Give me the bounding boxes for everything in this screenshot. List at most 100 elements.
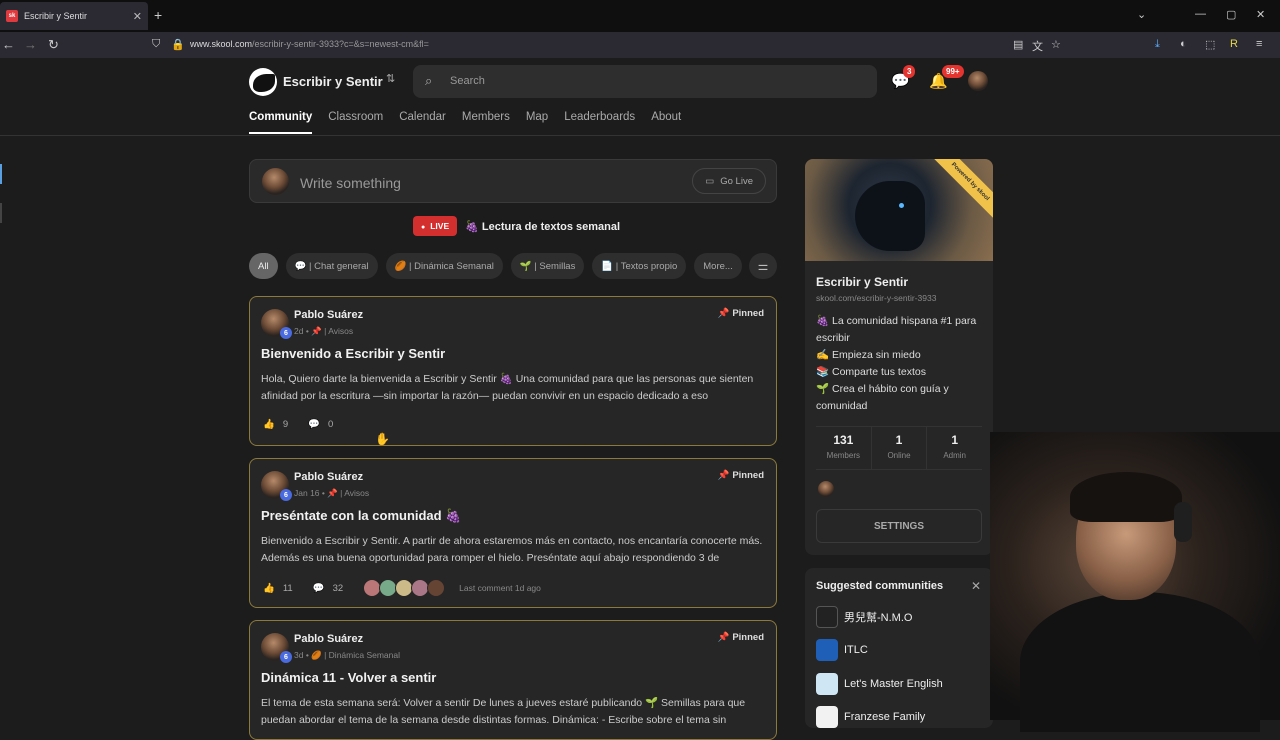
back-icon[interactable]: ←: [2, 37, 15, 52]
search-placeholder: Search: [450, 75, 485, 87]
suggested-item[interactable]: ITLC: [816, 639, 868, 661]
suggested-item[interactable]: Franzese Family: [816, 706, 925, 728]
tab-about[interactable]: About: [651, 111, 681, 134]
window-close-icon[interactable]: ✕: [1256, 8, 1265, 21]
tab-close-icon[interactable]: ✕: [133, 10, 142, 23]
new-tab-icon[interactable]: +: [154, 7, 162, 23]
settings-button[interactable]: SETTINGS: [816, 509, 982, 543]
tab-members[interactable]: Members: [462, 111, 510, 134]
video-camera-icon: ▭: [705, 175, 715, 187]
raven-illustration: [855, 181, 925, 251]
post-author[interactable]: Pablo Suárez: [294, 471, 363, 483]
compose-placeholder: Write something: [300, 175, 401, 191]
download-icon[interactable]: ⤓: [1155, 38, 1160, 51]
headphones: [1174, 502, 1192, 542]
commenter-avatars[interactable]: [363, 579, 446, 597]
tab-classroom[interactable]: Classroom: [328, 111, 383, 134]
live-title: 🍇 Lectura de textos semanal: [465, 220, 621, 233]
raven-eye: [899, 203, 904, 208]
post-title[interactable]: Preséntate con la comunidad 🍇: [261, 508, 461, 524]
community-description: 🍇 La comunidad hispana #1 para escribir …: [816, 315, 977, 412]
compose-box[interactable]: Write something ▭ Go Live: [249, 159, 777, 203]
suggested-communities: Suggested communities ✕ 男兒幫-N.M.O ITLC L…: [805, 568, 993, 728]
community-icon: [816, 639, 838, 661]
like-icon[interactable]: 👍: [263, 583, 275, 594]
post-author[interactable]: Pablo Suárez: [294, 309, 363, 321]
reader-icon[interactable]: ▤: [1013, 38, 1023, 51]
chip-all[interactable]: All: [249, 253, 278, 279]
presenter-body: [1020, 592, 1260, 732]
filter-sliders-icon[interactable]: ⚌: [749, 253, 777, 279]
chip-more[interactable]: More...: [694, 253, 742, 279]
like-count: 9: [282, 419, 289, 430]
reload-icon[interactable]: ↻: [48, 37, 59, 53]
switch-group-icon[interactable]: ⇅: [386, 72, 395, 85]
post-card[interactable]: 6 Pablo Suárez Jan 16 • 📌 | Avisos 📌 Pin…: [249, 458, 777, 608]
tab-list-icon[interactable]: ⌄: [1137, 8, 1146, 21]
online-member-avatar[interactable]: [818, 481, 834, 497]
post-body: El tema de esta semana será: Volver a se…: [261, 697, 746, 726]
suggested-title: Suggested communities: [816, 580, 944, 592]
tab-calendar[interactable]: Calendar: [399, 111, 446, 134]
comment-icon[interactable]: 💬: [313, 583, 325, 594]
translate-icon[interactable]: 文: [1032, 38, 1043, 54]
post-body: Bienvenido a Escribir y Sentir. A partir…: [261, 535, 763, 564]
community-stats: 131 Members 1 Online 1 Admin: [816, 426, 982, 470]
presenter-hair: [1070, 472, 1182, 522]
side-indicator: [0, 164, 2, 184]
group-name[interactable]: Escribir y Sentir: [283, 74, 383, 89]
extension-r-icon[interactable]: R: [1230, 38, 1238, 50]
menu-icon[interactable]: ≡: [1256, 38, 1262, 50]
community-name: Escribir y Sentir: [816, 275, 909, 289]
post-title[interactable]: Bienvenido a Escribir y Sentir: [261, 346, 445, 361]
post-author[interactable]: Pablo Suárez: [294, 633, 363, 645]
tab-community[interactable]: Community: [249, 111, 313, 134]
like-icon[interactable]: 👍: [263, 419, 275, 430]
stat-members[interactable]: 131 Members: [816, 427, 872, 469]
close-icon[interactable]: ✕: [971, 579, 981, 593]
pinned-label: 📌 Pinned: [717, 470, 764, 481]
live-banner[interactable]: LIVE 🍇 Lectura de textos semanal: [413, 216, 620, 236]
community-icon: [816, 606, 838, 628]
go-live-button[interactable]: ▭ Go Live: [692, 168, 766, 194]
stat-admin[interactable]: 1 Admin: [927, 427, 982, 469]
chip-semillas[interactable]: 🌱 | Semillas: [510, 253, 585, 279]
extensions-icon[interactable]: ⬚: [1205, 38, 1215, 51]
post-card[interactable]: 6 Pablo Suárez 3d • 🏉 | Dinámica Semanal…: [249, 620, 777, 740]
community-icon: [816, 706, 838, 728]
minimize-icon[interactable]: —: [1195, 8, 1206, 20]
stat-online[interactable]: 1 Online: [872, 427, 928, 469]
post-title[interactable]: Dinámica 11 - Volver a sentir: [261, 670, 436, 685]
browser-tab[interactable]: sk Escribir y Sentir ✕: [0, 2, 148, 30]
chip-dinamica-semanal[interactable]: 🏉 | Dinámica Semanal: [385, 253, 503, 279]
tab-map[interactable]: Map: [526, 111, 548, 134]
shield-icon[interactable]: ⛉: [152, 38, 160, 51]
suggested-item[interactable]: 男兒幫-N.M.O: [816, 606, 912, 628]
comment-count: 32: [332, 582, 344, 594]
post-meta: Jan 16 • 📌 | Avisos: [294, 488, 370, 498]
suggested-item[interactable]: Let's Master English: [816, 673, 943, 695]
post-body: Hola, Quiero darte la bienvenida a Escri…: [261, 373, 754, 402]
post-card[interactable]: 6 Pablo Suárez 2d • 📌 | Avisos 📌 Pinned …: [249, 296, 777, 446]
community-icon: [816, 673, 838, 695]
composer-avatar: [262, 168, 289, 195]
community-url[interactable]: skool.com/escribir-y-sentir-3933: [816, 293, 936, 303]
bookmark-star-icon[interactable]: ☆: [1051, 38, 1061, 51]
forward-icon[interactable]: →: [24, 37, 37, 52]
chip-chat-general[interactable]: 💬 | Chat general: [285, 253, 378, 279]
chip-textos-propios[interactable]: 📄 | Textos propio: [592, 253, 687, 279]
search-input[interactable]: ⌕ Search: [413, 65, 877, 98]
account-icon[interactable]: ◐: [1180, 38, 1187, 50]
side-indicator: [0, 203, 2, 223]
tab-leaderboards[interactable]: Leaderboards: [564, 111, 635, 134]
search-icon: ⌕: [425, 73, 433, 88]
maximize-icon[interactable]: ▢: [1226, 8, 1236, 21]
pinned-label: 📌 Pinned: [717, 632, 764, 643]
user-avatar[interactable]: [968, 71, 988, 91]
pin-icon: 📌: [717, 470, 730, 481]
url-field[interactable]: www.skool.com/escribir-y-sentir-3933?c=&…: [190, 39, 429, 49]
site-header: Escribir y Sentir ⇅ ⌕ Search 💬 3 🔔 99+ C…: [0, 58, 1280, 136]
commenter-avatar: [427, 579, 446, 597]
comment-icon[interactable]: 💬: [308, 419, 320, 430]
group-logo[interactable]: [249, 68, 277, 96]
